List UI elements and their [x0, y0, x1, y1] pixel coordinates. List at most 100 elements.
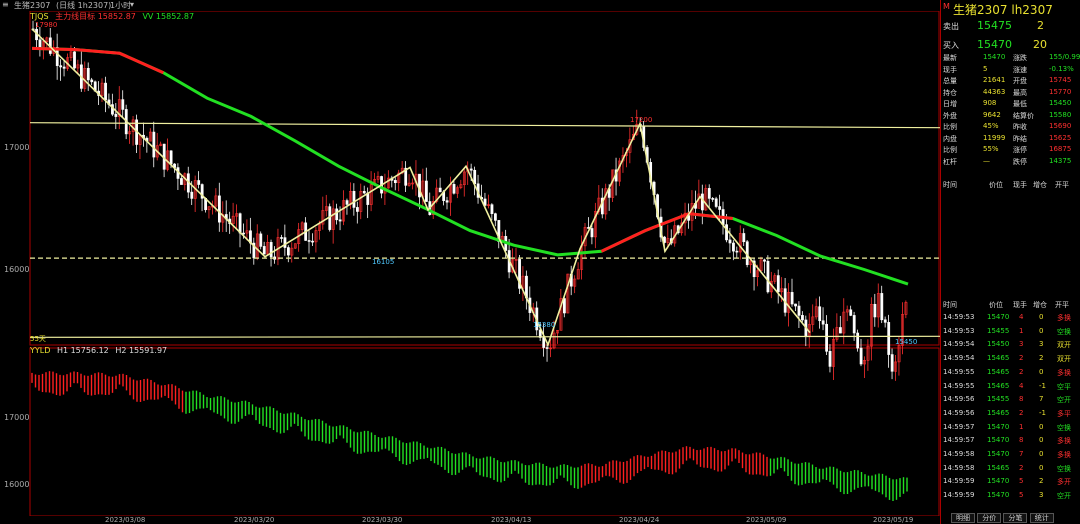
stat-value: 15450	[1049, 99, 1072, 107]
contract-label[interactable]: (日线 1h2307)	[56, 0, 111, 11]
period-count-label: 55天	[30, 335, 46, 343]
tick-time: 14:59:57	[943, 436, 975, 445]
stat-label: 杠杆	[943, 157, 957, 166]
candle-body	[794, 303, 797, 307]
tick-type: 空开	[1057, 492, 1071, 501]
stat-value: 11999	[983, 133, 1006, 142]
stat-label: 外盘	[943, 111, 957, 120]
tick-header-cell: 价位	[989, 181, 1003, 189]
stat-label: 总量	[943, 77, 957, 85]
tick-price: 15455	[987, 326, 1010, 335]
tick-time: 14:59:54	[943, 354, 975, 363]
tick-header-cell: 现手	[1013, 181, 1027, 189]
sub-legend: YYLD H1 15756.12 H2 15591.97	[30, 346, 167, 355]
tab-price-dist[interactable]: 分价	[977, 513, 1002, 523]
tick-delta: 2	[1039, 477, 1044, 486]
kline-chart[interactable]	[0, 11, 940, 516]
stat-label: 昨结	[1013, 134, 1027, 143]
stat-value: 16875	[1049, 145, 1072, 153]
buy-label: 买入	[943, 41, 959, 50]
candle-body	[180, 178, 183, 185]
period-selector[interactable]: 1小时	[110, 0, 131, 11]
candle-body	[104, 82, 107, 101]
candle-body	[73, 51, 76, 69]
tick-price: 15470	[987, 477, 1010, 486]
tab-detail[interactable]: 明细	[951, 513, 975, 523]
stat-value: 15580	[1049, 110, 1072, 119]
symbol-label[interactable]: 生猪2307	[14, 0, 50, 11]
candle-body	[121, 99, 125, 110]
tick-delta: 0	[1039, 326, 1044, 335]
stat-label: 昨收	[1013, 123, 1027, 131]
tick-type: 空换	[1057, 464, 1071, 473]
tick-time: 14:59:56	[943, 395, 975, 404]
candle-body	[62, 66, 66, 69]
candle-body	[562, 298, 566, 314]
low-annotation-3: 15450	[895, 338, 918, 346]
candle-body	[218, 195, 221, 223]
tick-volume: 2	[1019, 367, 1024, 376]
tick-delta: 3	[1039, 491, 1044, 500]
low-annotation-2: 15380	[533, 321, 556, 329]
tick-price: 15465	[987, 408, 1010, 417]
stat-label: 跌停	[1013, 157, 1027, 166]
tick-header-cell: 现手	[1013, 301, 1027, 309]
candle-body	[873, 303, 877, 318]
tick-price: 15465	[987, 381, 1010, 390]
stat-value: 908	[983, 99, 997, 107]
tick-volume: 1	[1019, 422, 1024, 431]
tick-volume: 7	[1019, 450, 1024, 458]
candle-body	[700, 193, 704, 211]
buy-price[interactable]: 15470	[977, 38, 1012, 51]
tick-header-cell: 开平	[1055, 181, 1069, 189]
candle-body	[735, 250, 739, 253]
chevron-down-icon[interactable]: ▾	[130, 0, 134, 9]
sell-volume: 2	[1037, 19, 1044, 32]
candle-body	[114, 113, 118, 117]
x-tick-3: 2023/03/30	[362, 516, 403, 524]
tick-time: 14:59:56	[943, 408, 975, 417]
candle-body	[238, 213, 242, 234]
overlay-lines	[29, 28, 940, 348]
candle-body	[883, 319, 887, 323]
support-line	[29, 335, 940, 338]
stat-label: 涨速	[1013, 65, 1027, 74]
stat-value: 21641	[983, 76, 1006, 84]
tick-volume: 8	[1019, 436, 1024, 445]
candle-body	[732, 242, 735, 252]
menu-icon[interactable]: ≡	[2, 0, 9, 9]
tick-volume: 3	[1019, 340, 1024, 349]
candle-body	[828, 350, 832, 367]
tick-volume: 5	[1019, 477, 1024, 486]
tick-header-cell: 开平	[1055, 301, 1069, 309]
tick-type: 多换	[1057, 451, 1071, 459]
low-annotation-1: 16105	[372, 258, 395, 266]
ma-line-red-segment-2	[600, 212, 733, 253]
tick-price: 15470	[987, 491, 1010, 500]
sell-price[interactable]: 15475	[977, 19, 1012, 32]
tick-volume: 4	[1019, 313, 1024, 321]
tick-price: 15450	[987, 340, 1010, 349]
stat-value: 5	[983, 64, 988, 73]
stat-label: 开盘	[1013, 77, 1027, 85]
x-tick-2: 2023/03/20	[234, 516, 275, 524]
candlesticks	[31, 20, 908, 381]
candle-body	[59, 65, 63, 68]
stat-label: 涨停	[1013, 146, 1027, 154]
tick-time: 14:59:59	[943, 477, 975, 486]
tick-time: 14:59:54	[943, 340, 975, 349]
tick-type: 多换	[1057, 368, 1071, 377]
stat-value: 55%	[983, 145, 999, 153]
candle-body	[493, 213, 497, 221]
candle-body	[393, 180, 397, 184]
tick-header-cell: 时间	[943, 301, 957, 309]
candle-body	[452, 184, 456, 194]
tab-stats[interactable]: 统计	[1029, 513, 1054, 523]
sell-label: 卖出	[943, 22, 959, 31]
tick-type: 多换	[1057, 437, 1071, 446]
tick-price: 15470	[987, 436, 1010, 445]
x-tick-1: 2023/03/08	[105, 516, 146, 524]
candle-body	[545, 347, 549, 349]
tab-tick[interactable]: 分笔	[1003, 513, 1028, 523]
stat-value: —	[983, 156, 990, 165]
